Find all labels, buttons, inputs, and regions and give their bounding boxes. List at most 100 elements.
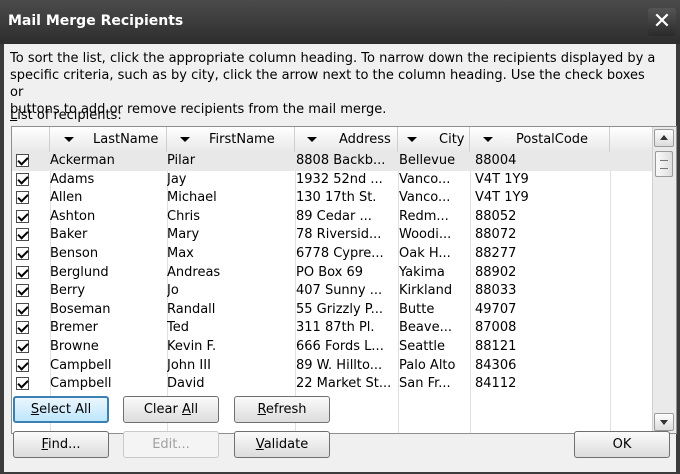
checkmark-icon[interactable] [16,172,29,186]
close-icon: ✕ [652,9,672,34]
column-header-row: LastName FirstName Address City PostalCo… [12,127,652,153]
cell-firstname: Jo [167,283,179,299]
select-all-button[interactable]: Select All [13,396,109,423]
chevron-down-icon[interactable] [305,133,319,145]
instructions-line-1: To sort the list, click the appropriate … [10,51,656,66]
clear-all-button[interactable]: Clear All [123,396,219,423]
cell-city: Vanco... [399,190,451,206]
cell-city: Woodi... [399,227,452,243]
table-row[interactable]: Adams Jay 1932 52nd ... Vanco... V4T 1Y9 [12,171,652,190]
cell-city: Beave... [399,320,452,336]
cell-postalcode: 88033 [475,283,517,299]
table-row[interactable]: Boseman Randall 55 Grizzly P... Butte 49… [12,301,652,320]
select-all-accelerator: S [30,402,40,417]
checkmark-icon[interactable] [16,191,29,205]
chevron-down-icon[interactable] [178,133,192,145]
cell-postalcode: 84112 [475,376,517,392]
cell-lastname: Benson [50,246,99,261]
table-row[interactable]: Benson Max 6778 Cypre... Oak H... 88277 [12,245,652,264]
checkmark-icon[interactable] [16,284,29,298]
find-button[interactable]: Find... [13,431,109,458]
chevron-down-icon[interactable] [62,133,76,145]
title-bar[interactable]: Mail Merge Recipients ✕ [0,0,680,44]
table-row[interactable]: Campbell John III 89 W. Hillto... Palo A… [12,357,652,376]
clear-all-label-start: Clear [143,402,182,417]
find-label: ind... [48,437,81,452]
table-row[interactable]: Baker Mary 78 Riversid... Woodi... 88072 [12,226,652,245]
cell-firstname: Chris [167,208,201,224]
recipients-list-label: List of recipients: [10,108,122,123]
clear-all-accelerator: A [182,402,191,417]
cell-address: 130 17th St. [296,190,377,206]
table-row[interactable]: Browne Kevin F. 666 Fords L... Seattle 8… [12,338,652,357]
cell-lastname: Bremer [50,320,98,336]
table-row[interactable]: Bremer Ted 311 87th Pl. Beave... 87008 [12,319,652,338]
checkmark-icon[interactable] [16,228,29,242]
column-header-lastname[interactable]: LastName [50,127,167,152]
chevron-down-icon[interactable] [481,133,495,145]
column-header-address[interactable]: Address [295,127,398,152]
cell-postalcode: 88277 [475,246,517,261]
checkmark-icon[interactable] [16,321,29,335]
table-row[interactable]: Berglund Andreas PO Box 69 Yakima 88902 [12,264,652,283]
column-label-firstname: FirstName [209,132,275,147]
checkmark-icon[interactable] [16,247,29,260]
scroll-down-arrow-icon[interactable] [654,413,674,431]
refresh-button[interactable]: Refresh [234,396,330,423]
refresh-accelerator: R [257,402,266,417]
cell-city: Oak H... [399,246,451,261]
recipients-list[interactable]: LastName FirstName Address City PostalCo… [11,126,677,434]
checkmark-icon[interactable] [16,265,29,279]
cell-firstname: David [167,376,205,392]
cell-address: 89 Cedar ... [296,208,372,224]
cell-lastname: Ackerman [50,153,115,168]
cell-lastname: Ashton [50,208,96,224]
column-label-city: City [439,132,465,147]
cell-address: 6778 Cypre... [296,246,384,261]
checkmark-icon[interactable] [16,154,29,167]
table-row[interactable]: Allen Michael 130 17th St. Vanco... V4T … [12,189,652,208]
checkmark-icon[interactable] [16,377,29,391]
table-row[interactable]: Ashton Chris 89 Cedar ... Redm... 88052 [12,208,652,227]
cell-firstname: Pilar [167,153,196,168]
dialog-body: To sort the list, click the appropriate … [4,44,677,472]
cell-lastname: Campbell [50,376,112,392]
vertical-scrollbar[interactable] [652,127,676,433]
cell-city: Yakima [399,264,445,280]
cell-address: 8808 Backb... [296,153,386,168]
close-button[interactable]: ✕ [648,8,676,36]
cell-city: San Fr... [399,376,451,392]
checkmark-icon[interactable] [16,340,29,353]
cell-lastname: Campbell [50,357,112,373]
scrollbar-thumb[interactable] [655,151,673,177]
table-row[interactable]: Ackerman Pilar 8808 Backb... Bellevue 88… [12,152,652,171]
table-row[interactable]: Campbell David 22 Market St... San Fr...… [12,375,652,394]
validate-accelerator: V [255,437,264,452]
column-header-city[interactable]: City [398,127,470,152]
cell-city: Kirkland [399,283,453,299]
cell-postalcode: 88052 [475,208,517,224]
cell-city: Bellevue [399,153,456,168]
column-header-firstname[interactable]: FirstName [167,127,295,152]
cell-address: 311 87th Pl. [296,320,375,336]
dialog-title: Mail Merge Recipients [8,13,184,29]
cell-postalcode: 84306 [475,357,517,373]
column-header-postalcode[interactable]: PostalCode [470,127,610,152]
cell-postalcode: V4T 1Y9 [475,171,529,187]
checkmark-icon[interactable] [16,209,29,223]
table-row[interactable]: Berry Jo 407 Sunny ... Kirkland 88033 [12,282,652,301]
cell-lastname: Allen [50,190,83,206]
ok-button[interactable]: OK [574,431,670,458]
cell-postalcode: V4T 1Y9 [475,190,529,206]
cell-firstname: Jay [167,171,187,187]
ok-label: OK [612,437,632,452]
clear-all-label-end: ll [190,402,199,417]
checkmark-icon[interactable] [16,358,29,372]
scroll-up-arrow-icon[interactable] [654,129,674,147]
cell-firstname: Ted [167,320,189,336]
cell-postalcode: 88902 [475,264,517,280]
cell-address: 89 W. Hillto... [296,357,383,373]
validate-button[interactable]: Validate [234,431,330,458]
chevron-down-icon[interactable] [405,133,419,145]
checkmark-icon[interactable] [16,302,29,316]
